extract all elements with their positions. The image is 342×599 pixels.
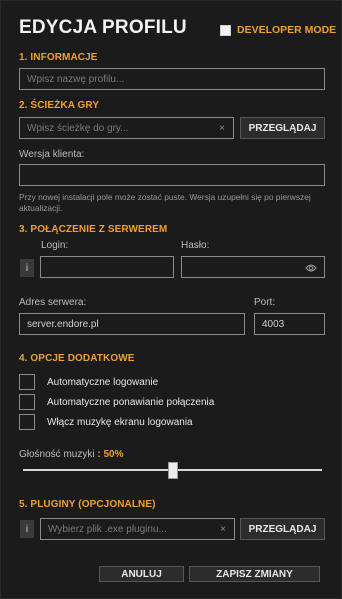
login-label: Login: (41, 240, 69, 251)
section-title-game-path: 2. ŚCIEŻKA GRY (19, 100, 100, 111)
volume-label: Głośność muzyki (19, 449, 95, 460)
client-version-input[interactable] (19, 164, 325, 186)
profile-editor-window: EDYCJA PROFILU DEVELOPER MODE 1. INFORMA… (0, 0, 342, 599)
port-label: Port: (254, 297, 276, 308)
option-label: Automatyczne ponawianie połączenia (47, 396, 215, 408)
option-checkbox[interactable] (19, 374, 35, 390)
option-auto-login[interactable]: Automatyczne logowanie (19, 374, 158, 390)
section-title-extra: 4. OPCJE DODATKOWE (19, 353, 135, 364)
plugin-path-input[interactable]: Wybierz plik .exe pluginu... × (40, 518, 235, 540)
info-icon[interactable]: i (20, 259, 34, 277)
server-address-input[interactable]: server.endore.pl (19, 313, 245, 335)
clear-plugin-icon[interactable]: × (220, 524, 226, 535)
password-input[interactable] (181, 256, 325, 278)
option-checkbox[interactable] (19, 414, 35, 430)
option-checkbox[interactable] (19, 394, 35, 410)
section-title-plugins: 5. PLUGINY (OPCJONALNE) (19, 499, 156, 510)
cancel-button[interactable]: ANULUJ (99, 566, 184, 582)
game-path-input[interactable]: Wpisz ścieżkę do gry... × (19, 117, 234, 139)
section-title-info: 1. INFORMACJE (19, 52, 98, 63)
volume-slider-thumb[interactable] (167, 462, 178, 479)
section-title-server: 3. POŁĄCZENIE Z SERWEREM (19, 224, 168, 235)
login-input[interactable] (40, 256, 174, 278)
developer-mode-label: DEVELOPER MODE (237, 24, 337, 36)
password-label: Hasło: (181, 240, 210, 251)
plugin-info-icon[interactable]: i (20, 520, 34, 538)
browse-game-path-button[interactable]: PRZEGLĄDAJ (240, 117, 325, 139)
save-button[interactable]: ZAPISZ ZMIANY (189, 566, 320, 582)
option-login-music[interactable]: Włącz muzykę ekranu logowania (19, 414, 193, 430)
option-auto-reconnect[interactable]: Automatyczne ponawianie połączenia (19, 394, 214, 410)
page-title: EDYCJA PROFILU (19, 17, 187, 38)
port-input[interactable]: 4003 (254, 313, 325, 335)
option-label: Automatyczne logowanie (47, 376, 159, 388)
option-label: Włącz muzykę ekranu logowania (47, 416, 193, 428)
show-password-icon[interactable] (305, 263, 317, 273)
developer-mode-toggle[interactable]: DEVELOPER MODE (220, 24, 336, 36)
browse-plugin-button[interactable]: PRZEGLĄDAJ (240, 518, 325, 540)
game-path-placeholder: Wpisz ścieżkę do gry... (27, 122, 129, 134)
volume-label-row: Głośność muzyki : 50% (19, 449, 123, 460)
client-version-label: Wersja klienta: (19, 149, 85, 160)
plugin-path-placeholder: Wybierz plik .exe pluginu... (48, 523, 167, 535)
clear-game-path-icon[interactable]: × (219, 123, 225, 134)
profile-name-input[interactable]: Wpisz nazwę profilu... (19, 68, 325, 90)
server-address-label: Adres serwera: (19, 297, 87, 308)
developer-mode-checkbox[interactable] (220, 24, 231, 36)
volume-value: : 50% (97, 449, 124, 460)
client-version-note: Przy nowej instalacji pole może zostać p… (19, 192, 311, 213)
